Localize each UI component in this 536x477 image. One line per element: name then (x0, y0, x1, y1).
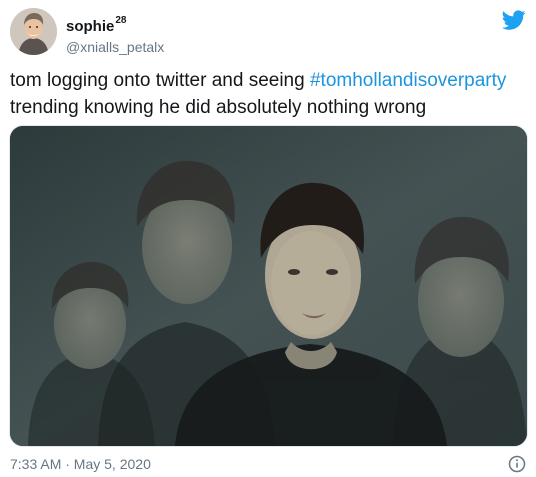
twitter-bird-icon[interactable] (502, 8, 526, 32)
tweet-text-after-hashtag: trending knowing he did absolutely nothi… (10, 97, 427, 118)
avatar-photo (10, 8, 57, 55)
tweet-header: sophie28 @xnialls_petalx (10, 8, 526, 58)
user-handle[interactable]: @xnialls_petalx (66, 38, 366, 56)
tweet-text-before-hashtag: tom logging onto twitter and seeing (10, 70, 310, 91)
tweet-card[interactable]: sophie28 @xnialls_petalx tom logging ont… (0, 0, 536, 477)
tweet-footer: 7:33 AM · May 5, 2020 (10, 454, 526, 474)
user-info: sophie28 @xnialls_petalx (66, 13, 366, 56)
display-name-suffix: 28 (115, 15, 127, 26)
info-icon[interactable] (508, 455, 526, 473)
tweet-text: tom logging onto twitter and seeing #tom… (10, 67, 530, 121)
avatar[interactable] (10, 8, 57, 55)
tweet-media[interactable] (9, 125, 528, 447)
timestamp[interactable]: 7:33 AM · May 5, 2020 (10, 454, 526, 474)
hashtag-link[interactable]: #tomhollandisoverparty (310, 70, 506, 91)
tweet-photo (10, 126, 527, 446)
display-name[interactable]: sophie28 (66, 13, 366, 36)
display-name-text[interactable]: sophie (66, 18, 114, 35)
